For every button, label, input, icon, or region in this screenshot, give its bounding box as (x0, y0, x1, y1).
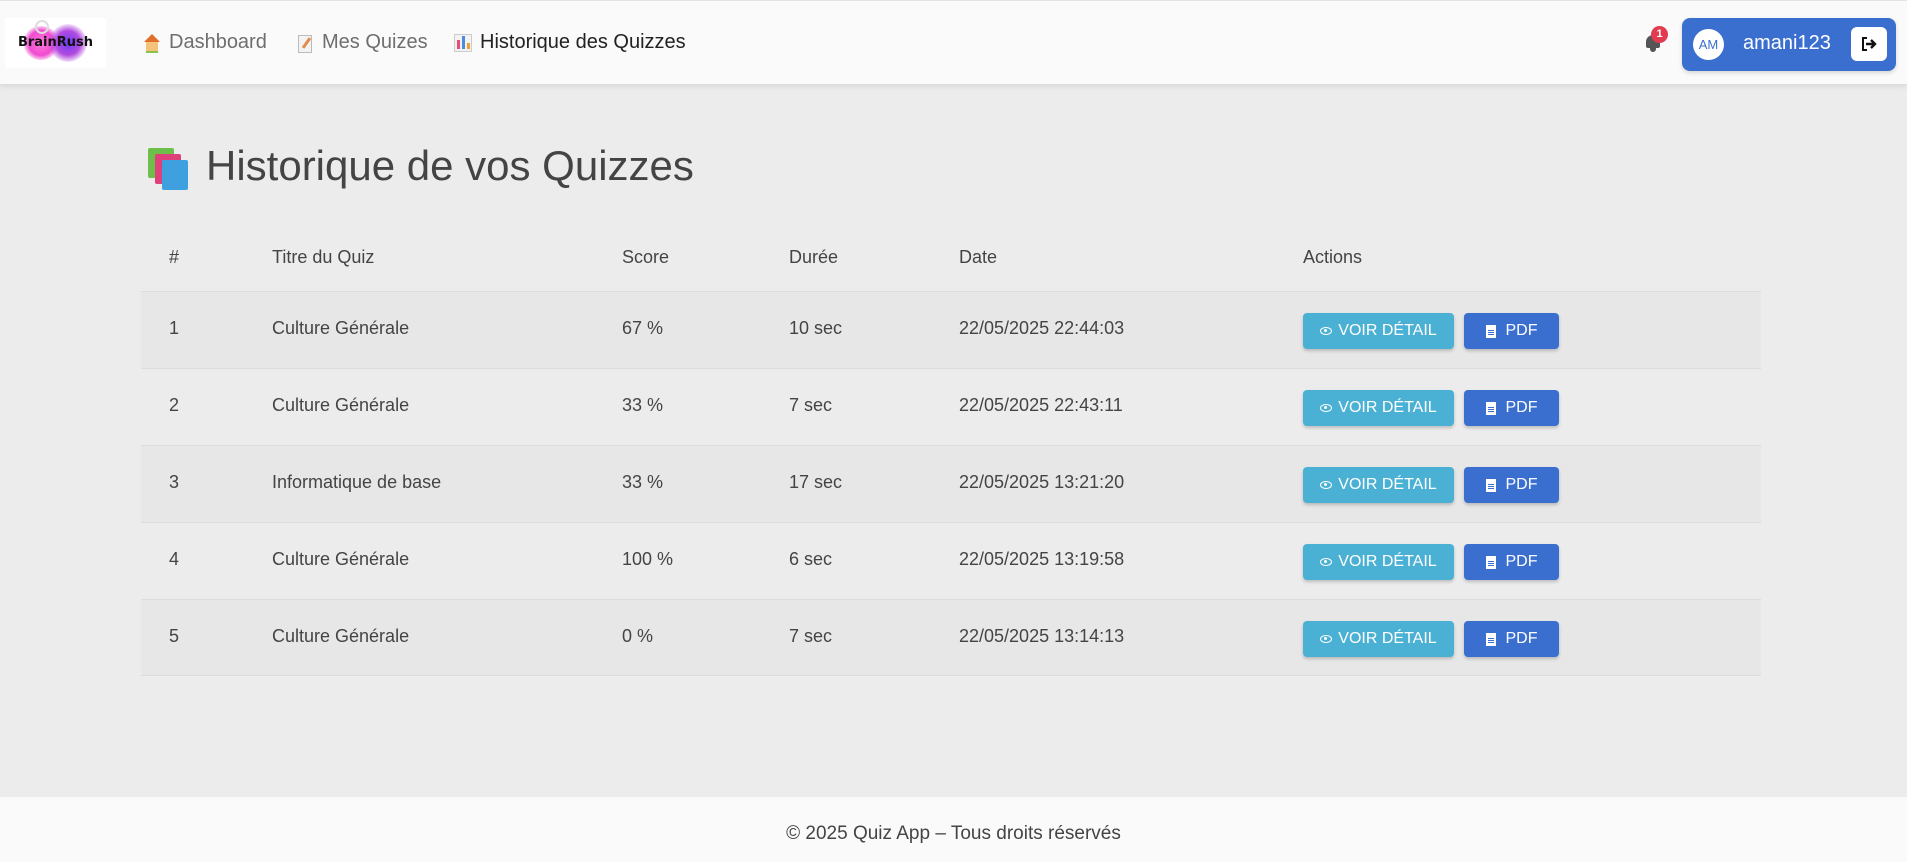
document-icon (1485, 324, 1496, 338)
logo-text: BrainRush (17, 35, 94, 50)
pdf-label: PDF (1505, 630, 1538, 647)
column-header-score: Score (622, 247, 670, 267)
table-header: # Titre du Quiz Score Durée Date Actions (141, 227, 1761, 291)
logo-ring (35, 20, 49, 34)
row-duration: 6 sec (789, 549, 833, 569)
document-icon (1485, 401, 1496, 415)
row-date: 22/05/2025 13:19:58 (959, 549, 1125, 569)
row-title: Informatique de base (272, 472, 442, 492)
view-detail-label: VOIR DÉTAIL (1338, 322, 1437, 339)
eye-icon (1320, 404, 1333, 412)
row-number: 1 (169, 318, 180, 338)
row-title: Culture Générale (272, 318, 410, 338)
page-title-text: Historique de vos Quizzes (206, 142, 694, 189)
nav-dashboard-label: Dashboard (169, 31, 267, 53)
document-icon (1485, 478, 1496, 492)
view-detail-button[interactable]: VOIR DÉTAIL (1303, 390, 1454, 426)
username: amani123 (1743, 32, 1831, 54)
bar-chart-icon (454, 33, 472, 52)
user-menu[interactable]: AM amani123 (1682, 18, 1896, 71)
pdf-label: PDF (1505, 476, 1538, 493)
pdf-button[interactable]: PDF (1464, 467, 1559, 503)
row-score: 67 % (622, 318, 664, 338)
brand-logo[interactable]: BrainRush (5, 18, 106, 68)
column-header-number: # (169, 247, 180, 267)
row-title: Culture Générale (272, 395, 410, 415)
row-number: 5 (169, 626, 180, 646)
logout-button[interactable] (1851, 27, 1887, 61)
eye-icon (1320, 327, 1333, 335)
nav-dashboard[interactable]: Dashboard (143, 31, 267, 54)
page-title: Historique de vos Quizzes (146, 142, 694, 190)
pdf-button[interactable]: PDF (1464, 390, 1559, 426)
books-icon (146, 146, 190, 190)
memo-icon (296, 34, 314, 53)
table-row: 5 Culture Générale 0 % 7 sec 22/05/2025 … (141, 599, 1761, 676)
table-row: 4 Culture Générale 100 % 6 sec 22/05/202… (141, 522, 1761, 599)
footer-text: © 2025 Quiz App – Tous droits réservés (786, 823, 1121, 844)
row-number: 2 (169, 395, 180, 415)
house-icon (143, 33, 161, 53)
pdf-label: PDF (1505, 553, 1538, 570)
nav-mes-quizes[interactable]: Mes Quizes (296, 31, 428, 54)
view-detail-label: VOIR DÉTAIL (1338, 630, 1437, 647)
row-title: Culture Générale (272, 549, 410, 569)
column-header-title: Titre du Quiz (272, 247, 375, 267)
column-header-date: Date (959, 247, 998, 267)
footer: © 2025 Quiz App – Tous droits réservés (0, 797, 1907, 862)
nav-historique-label: Historique des Quizzes (480, 31, 686, 53)
eye-icon (1320, 558, 1333, 566)
pdf-button[interactable]: PDF (1464, 544, 1559, 580)
pdf-button[interactable]: PDF (1464, 621, 1559, 657)
row-score: 33 % (622, 395, 664, 415)
row-score: 100 % (622, 549, 674, 569)
pdf-button[interactable]: PDF (1464, 313, 1559, 349)
quiz-history-table: # Titre du Quiz Score Durée Date Actions… (141, 227, 1761, 676)
document-icon (1485, 555, 1496, 569)
notification-badge: 1 (1651, 26, 1668, 43)
pdf-label: PDF (1505, 322, 1538, 339)
view-detail-label: VOIR DÉTAIL (1338, 399, 1437, 416)
navbar: BrainRush Dashboard Mes Quizes Historiqu… (0, 0, 1907, 84)
view-detail-label: VOIR DÉTAIL (1338, 476, 1437, 493)
row-date: 22/05/2025 13:21:20 (959, 472, 1125, 492)
row-date: 22/05/2025 22:43:11 (959, 395, 1123, 415)
row-title: Culture Générale (272, 626, 410, 646)
nav-mes-quizes-label: Mes Quizes (322, 31, 428, 53)
row-duration: 7 sec (789, 395, 833, 415)
row-score: 0 % (622, 626, 654, 646)
row-duration: 10 sec (789, 318, 843, 338)
view-detail-button[interactable]: VOIR DÉTAIL (1303, 313, 1454, 349)
row-number: 4 (169, 549, 180, 569)
eye-icon (1320, 481, 1333, 489)
view-detail-button[interactable]: VOIR DÉTAIL (1303, 467, 1454, 503)
row-score: 33 % (622, 472, 664, 492)
table-row: 1 Culture Générale 67 % 10 sec 22/05/202… (141, 291, 1761, 368)
row-date: 22/05/2025 13:14:13 (959, 626, 1125, 646)
document-icon (1485, 632, 1496, 646)
column-header-actions: Actions (1303, 247, 1363, 267)
view-detail-button[interactable]: VOIR DÉTAIL (1303, 544, 1454, 580)
bell-clapper (1650, 48, 1656, 52)
row-duration: 7 sec (789, 626, 833, 646)
view-detail-label: VOIR DÉTAIL (1338, 553, 1437, 570)
view-detail-button[interactable]: VOIR DÉTAIL (1303, 621, 1454, 657)
row-date: 22/05/2025 22:44:03 (959, 318, 1125, 338)
logout-icon (1862, 37, 1877, 51)
avatar: AM (1693, 29, 1724, 60)
table-row: 2 Culture Générale 33 % 7 sec 22/05/2025… (141, 368, 1761, 445)
pdf-label: PDF (1505, 399, 1538, 416)
row-duration: 17 sec (789, 472, 843, 492)
table-row: 3 Informatique de base 33 % 17 sec 22/05… (141, 445, 1761, 522)
column-header-duration: Durée (789, 247, 839, 267)
row-number: 3 (169, 472, 180, 492)
eye-icon (1320, 635, 1333, 643)
nav-historique[interactable]: Historique des Quizzes (454, 31, 686, 54)
